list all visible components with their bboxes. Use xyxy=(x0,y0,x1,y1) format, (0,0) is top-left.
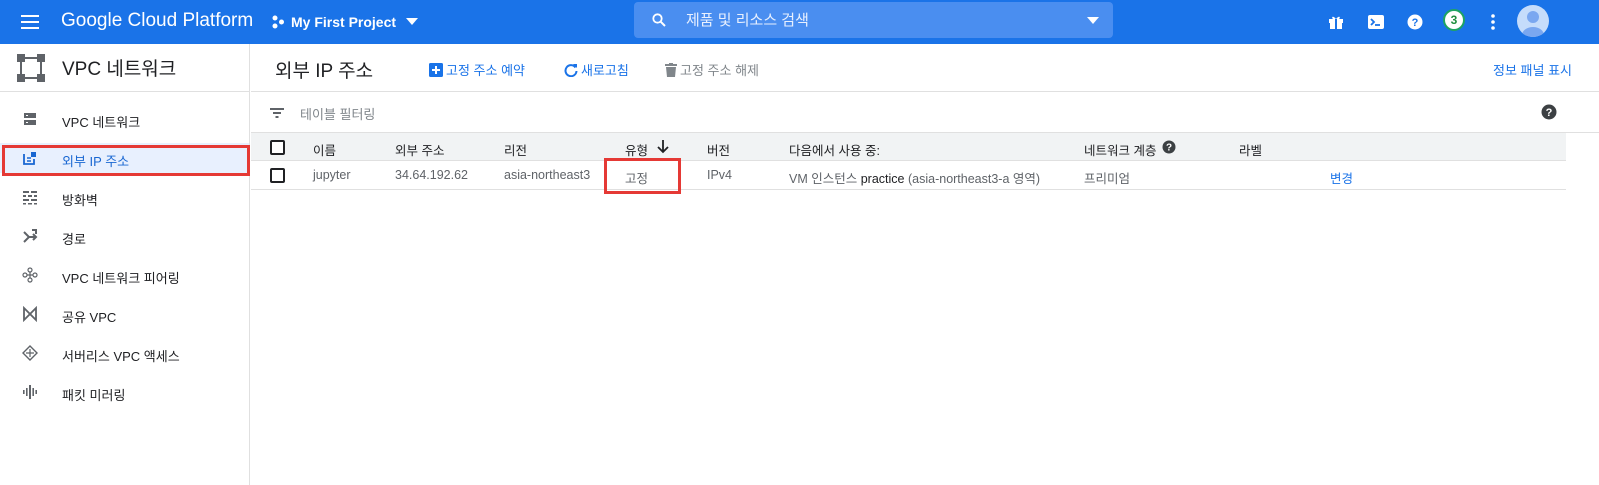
external-ip-icon xyxy=(23,152,36,165)
vpc-network-icon xyxy=(24,113,36,125)
table-row: jupyter 34.64.192.62 asia-northeast3 고정 … xyxy=(251,161,1566,190)
sidebar-item-label: VPC 네트워크 xyxy=(62,115,141,130)
routes-icon xyxy=(23,229,38,243)
delete-icon xyxy=(665,62,677,77)
sidebar-item-serverless-vpc-access[interactable]: 서버리스 VPC 액세스 xyxy=(0,338,249,368)
sidebar-item-label: 경로 xyxy=(62,232,86,247)
sidebar-item-firewall[interactable]: 방화벽 xyxy=(0,182,249,212)
notifications-badge[interactable]: 3 xyxy=(1443,9,1465,31)
add-box-icon xyxy=(429,62,443,77)
vm-instance-link[interactable]: practice xyxy=(861,172,905,186)
sidebar-item-label: 공유 VPC xyxy=(62,310,117,325)
release-static-address-button[interactable]: 고정 주소 해제 xyxy=(665,60,759,79)
row-checkbox[interactable] xyxy=(270,168,285,183)
project-dots-icon xyxy=(272,15,284,29)
help-icon[interactable]: ? xyxy=(1541,104,1557,120)
release-label: 고정 주소 해제 xyxy=(680,63,759,78)
sidebar-item-vpc-peering[interactable]: VPC 네트워크 피어링 xyxy=(0,260,249,290)
cell-address: 34.64.192.62 xyxy=(395,168,468,182)
search-input[interactable] xyxy=(686,11,1066,29)
firewall-icon xyxy=(23,191,37,205)
cell-in-use-by: VM 인스턴스 practice (asia-northeast3-a 영역) xyxy=(789,168,1040,187)
sidebar-title: VPC 네트워크 xyxy=(62,59,177,80)
column-header-labels[interactable]: 라벨 xyxy=(1239,140,1262,159)
more-vert-icon[interactable] xyxy=(1481,10,1505,34)
sidebar-item-label: 외부 IP 주소 xyxy=(62,154,130,169)
packet-mirroring-icon xyxy=(23,385,37,399)
search-bar[interactable] xyxy=(634,2,1113,38)
column-header-in-use-by[interactable]: 다음에서 사용 중: xyxy=(789,140,880,159)
serverless-vpc-icon xyxy=(22,345,38,361)
sidebar-item-vpc-networks[interactable]: VPC 네트워크 xyxy=(0,104,249,134)
project-selector[interactable]: My First Project xyxy=(271,12,419,32)
cell-version: IPv4 xyxy=(707,168,733,182)
vpc-logo-icon xyxy=(17,53,45,82)
cell-type: 고정 xyxy=(625,172,649,186)
in-use-suffix: (asia-northeast3-a 영역) xyxy=(907,172,1041,186)
peering-icon xyxy=(22,267,38,283)
column-header-region[interactable]: 리전 xyxy=(504,140,527,159)
column-header-version[interactable]: 버전 xyxy=(707,140,730,159)
help-icon[interactable]: ? xyxy=(1162,140,1176,154)
filter-input[interactable]: 테이블 필터링 xyxy=(300,104,375,123)
filter-bar: 테이블 필터링 ? xyxy=(251,93,1599,133)
cell-region: asia-northeast3 xyxy=(504,168,591,182)
column-header-type[interactable]: 유형 xyxy=(625,140,648,159)
refresh-label: 새로고침 xyxy=(581,63,629,78)
help-icon[interactable]: ? xyxy=(1403,10,1427,34)
hamburger-menu-icon[interactable] xyxy=(18,10,42,34)
brand-title[interactable]: Google Cloud Platform xyxy=(61,10,253,32)
sidebar-item-routes[interactable]: 경로 xyxy=(0,221,249,251)
filter-icon xyxy=(270,108,284,118)
avatar[interactable] xyxy=(1517,5,1549,37)
cloud-shell-icon[interactable] xyxy=(1364,10,1388,34)
cell-name: jupyter xyxy=(313,168,351,182)
column-header-name[interactable]: 이름 xyxy=(313,140,336,159)
sidebar-header: VPC 네트워크 xyxy=(0,44,249,92)
svg-text:?: ? xyxy=(1412,17,1419,29)
column-header-network-tier[interactable]: 네트워크 계층 xyxy=(1084,140,1156,159)
table-header: 이름 외부 주소 리전 유형 버전 다음에서 사용 중: 네트워크 계층 ? 라… xyxy=(251,133,1566,161)
page-title: 외부 IP 주소 xyxy=(275,61,374,82)
column-header-address[interactable]: 외부 주소 xyxy=(395,140,444,159)
sidebar-item-label: 서버리스 VPC 액세스 xyxy=(62,349,180,364)
in-use-prefix: VM 인스턴스 xyxy=(789,172,858,186)
select-all-checkbox[interactable] xyxy=(270,140,285,155)
sidebar-item-shared-vpc[interactable]: 공유 VPC xyxy=(0,299,249,329)
sidebar-item-label: 방화벽 xyxy=(62,193,98,208)
search-icon xyxy=(652,13,666,27)
reserve-label: 고정 주소 예약 xyxy=(446,63,525,78)
top-app-bar: Google Cloud Platform My First Project 제… xyxy=(0,0,1599,44)
sidebar-item-label: 패킷 미러링 xyxy=(62,388,126,403)
sidebar-item-label: VPC 네트워크 피어링 xyxy=(62,271,180,286)
svg-text:?: ? xyxy=(1546,107,1553,119)
show-info-panel-button[interactable]: 정보 패널 표시 xyxy=(1493,60,1572,79)
project-name: My First Project xyxy=(291,14,397,30)
chevron-down-icon xyxy=(406,18,419,25)
refresh-icon xyxy=(564,63,578,77)
sort-arrow-down-icon[interactable] xyxy=(657,140,669,154)
cell-network-tier: 프리미엄 xyxy=(1084,172,1131,186)
search-dropdown-icon[interactable] xyxy=(1087,17,1099,24)
shared-vpc-icon xyxy=(23,306,37,322)
sidebar-item-external-ip[interactable]: 외부 IP 주소 xyxy=(0,143,249,173)
refresh-button[interactable]: 새로고침 xyxy=(564,60,629,79)
page-header: 외부 IP 주소 고정 주소 예약 새로고침 고정 주소 해제 정보 패널 표시 xyxy=(251,44,1599,92)
sidebar: VPC 네트워크 VPC 네트워크 외부 IP 주소 방화벽 경로 VPC 네트… xyxy=(0,44,250,485)
change-link[interactable]: 변경 xyxy=(1330,168,1353,187)
reserve-static-address-button[interactable]: 고정 주소 예약 xyxy=(429,60,525,79)
sidebar-item-packet-mirroring[interactable]: 패킷 미러링 xyxy=(0,377,249,407)
svg-text:?: ? xyxy=(1166,143,1172,154)
gift-icon[interactable] xyxy=(1324,10,1348,34)
